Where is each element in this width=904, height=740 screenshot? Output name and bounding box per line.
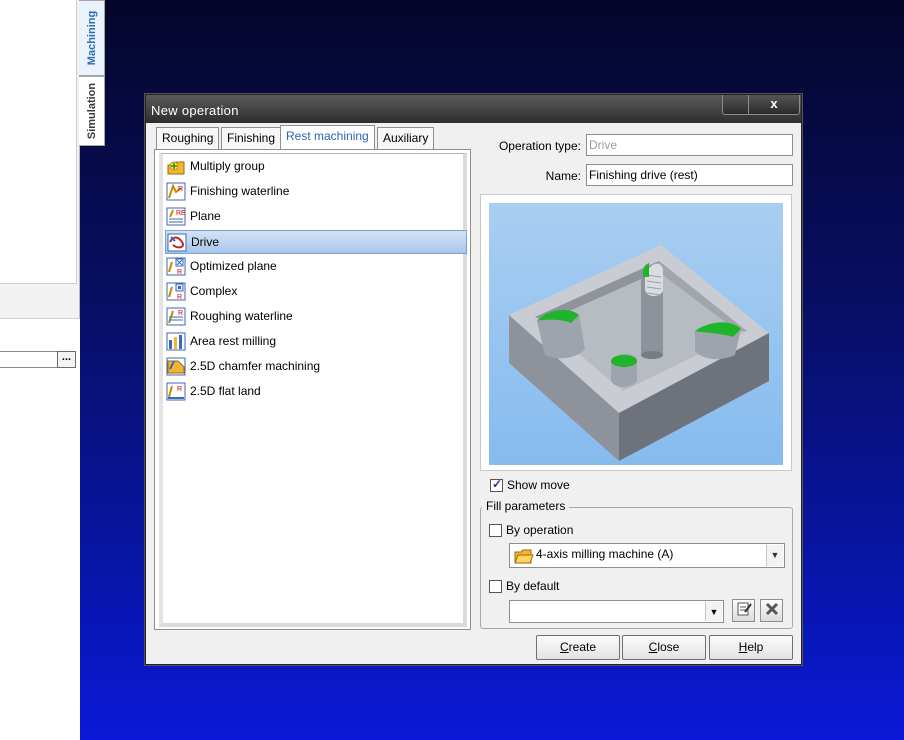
multiply-group-icon [167, 161, 185, 175]
list-item-plane[interactable]: RE Plane [165, 205, 467, 229]
chevron-down-icon[interactable]: ▼ [705, 602, 722, 621]
complex-icon: R [166, 282, 186, 301]
operation-type-label: Operation type: [498, 139, 581, 153]
show-move-checkbox[interactable] [490, 477, 503, 492]
edit-icon [737, 602, 752, 616]
show-move-label: Show move [507, 478, 570, 492]
by-operation-select[interactable]: 4-axis milling machine (A) ▼ [509, 543, 785, 568]
folder-icon [514, 549, 534, 564]
tab-finishing[interactable]: Finishing [221, 127, 282, 149]
dialog-title: New operation [151, 103, 239, 118]
roughing-waterline-icon: R [166, 307, 186, 326]
name-field[interactable]: Finishing drive (rest) [586, 164, 793, 186]
list-item-chamfer-machining[interactable]: 2.5D chamfer machining [165, 355, 467, 379]
list-item-optimized-plane[interactable]: R Optimized plane [165, 255, 467, 279]
list-item-complex[interactable]: R Complex [165, 280, 467, 304]
property-field[interactable] [0, 351, 58, 368]
list-item-label: 2.5D flat land [190, 384, 261, 398]
minimize-button[interactable] [722, 95, 750, 115]
list-item-label: Finishing waterline [190, 184, 290, 198]
list-item-label: Drive [191, 235, 220, 249]
name-label: Name: [545, 169, 581, 183]
svg-text:R: R [178, 186, 183, 193]
list-item-label: Area rest milling [190, 334, 277, 348]
preview-image [489, 203, 783, 465]
by-default-select[interactable]: ▼ [509, 600, 724, 623]
list-item-drive[interactable]: Drive [165, 230, 467, 254]
list-item-label: Optimized plane [190, 259, 277, 273]
by-default-label: By default [506, 579, 560, 593]
close-icon: x [770, 96, 778, 111]
list-item-roughing-waterline[interactable]: R Roughing waterline [165, 305, 467, 329]
tree-pane [0, 0, 77, 284]
tab-simulation-label: Simulation [85, 82, 98, 140]
chamfer-icon [166, 357, 186, 376]
list-item-label: Roughing waterline [190, 309, 293, 323]
tab-machining-label: Machining [85, 10, 98, 66]
tab-machining[interactable]: Machining [79, 0, 105, 76]
by-operation-checkbox[interactable] [489, 524, 502, 537]
list-item-label: Plane [190, 209, 221, 223]
drive-icon [167, 233, 187, 252]
tab-rest-machining[interactable]: Rest machining [280, 125, 375, 149]
finishing-waterline-icon: R [166, 182, 186, 201]
new-operation-dialog: New operation x Roughing Finishing Rest … [145, 94, 802, 665]
svg-text:RE: RE [176, 210, 186, 217]
list-item-multiply-group[interactable]: Multiply group [165, 155, 467, 179]
close-window-button[interactable]: x [748, 95, 800, 115]
flat-land-icon: R [166, 382, 186, 401]
list-item-label: 2.5D chamfer machining [190, 359, 321, 373]
by-operation-value: 4-axis milling machine (A) [536, 547, 674, 561]
plane-icon: RE [166, 207, 186, 226]
svg-text:R: R [177, 294, 182, 301]
fill-parameters-legend: Fill parameters [482, 499, 570, 513]
edit-button[interactable] [732, 599, 755, 622]
list-item-flat-land[interactable]: R 2.5D flat land [165, 380, 467, 404]
svg-text:R: R [177, 269, 182, 276]
optimized-plane-icon: R [166, 257, 186, 276]
ellipsis-button[interactable]: ... [57, 351, 76, 368]
svg-text:R: R [177, 386, 182, 393]
list-item-area-rest-milling[interactable]: Area rest milling [165, 330, 467, 354]
list-item-label: Complex [190, 284, 238, 298]
side-tabs: Machining Simulation [79, 0, 106, 150]
list-item-finishing-waterline[interactable]: R Finishing waterline [165, 180, 467, 204]
tab-panel: Multiply group R Finishing waterline RE … [154, 149, 471, 630]
delete-button[interactable] [760, 599, 783, 622]
tab-simulation[interactable]: Simulation [79, 76, 105, 146]
left-panel: ... [0, 0, 80, 740]
operation-type-field: Drive [586, 134, 793, 156]
chevron-down-icon[interactable]: ▼ [766, 545, 783, 566]
tab-roughing[interactable]: Roughing [156, 127, 220, 149]
help-button[interactable]: Help [709, 635, 793, 660]
delete-icon [765, 602, 778, 616]
by-operation-label: By operation [506, 523, 574, 537]
by-default-checkbox[interactable] [489, 580, 502, 593]
dialog-titlebar[interactable]: New operation x [146, 95, 801, 123]
operation-preview [480, 194, 792, 471]
close-button[interactable]: Close [622, 635, 706, 660]
properties-pane [0, 318, 80, 740]
create-button[interactable]: Create [536, 635, 620, 660]
tab-auxiliary[interactable]: Auxiliary [377, 127, 435, 149]
svg-text:R: R [178, 310, 183, 317]
operation-list[interactable]: Multiply group R Finishing waterline RE … [159, 153, 467, 627]
list-item-label: Multiply group [190, 159, 265, 173]
area-rest-milling-icon [166, 332, 186, 351]
part-model-image [509, 245, 769, 461]
